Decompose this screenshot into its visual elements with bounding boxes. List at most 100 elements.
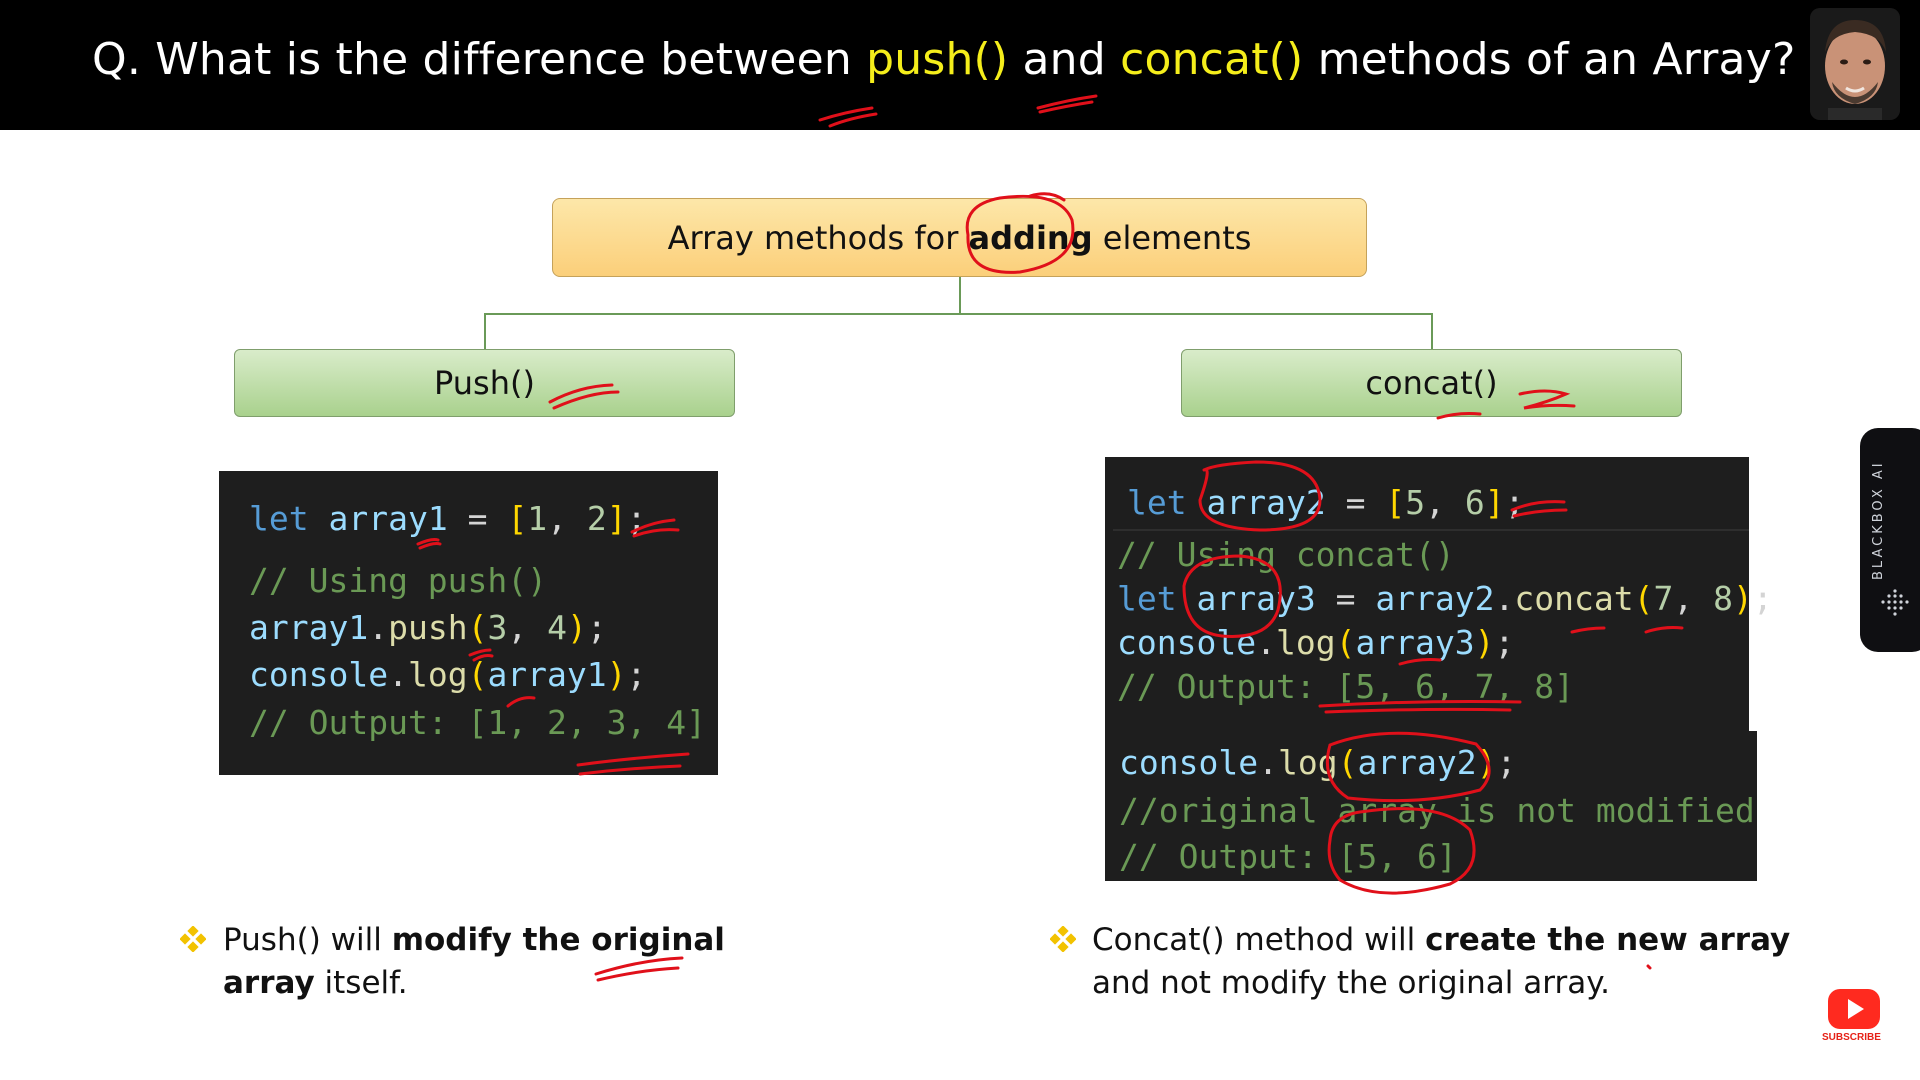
note-text: Concat() method will (1092, 922, 1426, 958)
concat-box: concat() (1181, 349, 1682, 417)
code-token: = (447, 499, 508, 538)
array-methods-root-box: Array methods for adding elements (552, 198, 1367, 277)
code-token: ; (586, 608, 607, 647)
panel-divider (1113, 529, 1753, 531)
title-bar: Q. What is the difference between push()… (0, 0, 1920, 130)
code-token: , (547, 499, 587, 538)
push-code-panel: let array1 = [1, 2]; // Using push() arr… (219, 471, 718, 775)
push-box: Push() (234, 349, 735, 417)
note-bold: array (223, 965, 315, 1001)
diamond-bullet-icon (1050, 926, 1076, 952)
code-token: 3 (487, 608, 508, 647)
code-token: array2 (1375, 579, 1495, 618)
panel-gap (1749, 457, 1757, 731)
code-token: 7 (1653, 579, 1674, 618)
code-line: console.log(array1); (249, 655, 646, 694)
code-token: array2 (1206, 483, 1326, 522)
code-token: ( (1633, 579, 1654, 618)
code-token: console (1119, 743, 1259, 782)
code-token: push (388, 608, 468, 647)
blackbox-ai-label: BLACKBOX AI (1871, 460, 1886, 580)
code-token: . (1258, 743, 1278, 782)
code-token: ; (626, 499, 647, 538)
code-token: ; (1504, 483, 1525, 522)
tree-connector-left (484, 313, 486, 349)
code-token: = (1325, 483, 1386, 522)
code-token: let (249, 499, 309, 538)
code-token: ] (1484, 483, 1505, 522)
code-token: 6 (1464, 483, 1485, 522)
code-comment: // Output: [5, 6, 7, 8] (1117, 667, 1574, 706)
code-token: , (507, 608, 548, 647)
presenter-avatar (1810, 8, 1900, 120)
code-comment: // Output: [5, 6] (1119, 837, 1457, 876)
subscribe-label[interactable]: SUBSCRIBE (1822, 1032, 1881, 1043)
code-token: ) (606, 655, 627, 694)
code-token: . (1494, 579, 1515, 618)
code-line: console.log(array2); (1119, 743, 1516, 782)
tree-connector-vertical-root (959, 277, 961, 314)
note-text: Push() will (223, 922, 392, 958)
question-prefix: Q. What is the difference between (92, 34, 867, 85)
code-comment: // Using concat() (1117, 535, 1455, 574)
code-token: = (1315, 579, 1376, 618)
presenter-face-image (1810, 8, 1900, 120)
code-token: ; (1494, 623, 1515, 662)
code-token: array1 (328, 499, 448, 538)
push-method-highlight: push() (866, 34, 1009, 85)
question-middle: and (1008, 34, 1121, 85)
code-token: [ (1385, 483, 1406, 522)
code-token: . (368, 608, 389, 647)
code-comment: //original array is not modified (1119, 791, 1755, 830)
code-token: ] (606, 499, 627, 538)
code-token: 8 (1713, 579, 1733, 618)
note-bold: create the new array (1425, 922, 1791, 958)
code-line: let array1 = [1, 2]; (249, 499, 646, 538)
code-token: [ (507, 499, 528, 538)
code-token: . (388, 655, 408, 694)
diamond-bullet-icon (180, 926, 206, 952)
code-token: ( (467, 655, 488, 694)
code-token: log (1277, 743, 1338, 782)
code-token: ( (1337, 743, 1358, 782)
code-token: ( (1335, 623, 1356, 662)
root-text-bold: adding (968, 218, 1093, 257)
tree-connector-horizontal (484, 313, 1433, 315)
code-token: array3 (1196, 579, 1316, 618)
question-title: Q. What is the difference between push()… (92, 34, 1796, 85)
code-token: console (249, 655, 389, 694)
code-token: ( (467, 608, 488, 647)
code-token: ; (626, 655, 647, 694)
concat-method-highlight: concat() (1120, 34, 1304, 85)
code-line: let array2 = [5, 6]; (1127, 483, 1524, 522)
code-token: 1 (527, 499, 548, 538)
code-token: array1 (249, 608, 369, 647)
code-token: array3 (1355, 623, 1475, 662)
code-line: console.log(array3); (1117, 623, 1514, 662)
note-text: itself. (314, 965, 408, 1001)
code-token: ; (1496, 743, 1517, 782)
code-token: let (1127, 483, 1187, 522)
code-token: ) (1474, 623, 1495, 662)
code-token: ) (566, 608, 587, 647)
note-bold: modify the original (391, 922, 725, 958)
code-token: 4 (547, 608, 567, 647)
code-token: concat (1514, 579, 1634, 618)
code-comment: // Using push() (249, 561, 548, 600)
concat-code-panel: let array2 = [5, 6]; // Using concat() l… (1105, 457, 1773, 881)
question-suffix: methods of an Array? (1303, 34, 1796, 85)
code-token: 5 (1405, 483, 1426, 522)
concat-note: Concat() method will create the new arra… (1092, 919, 1792, 1005)
code-line: array1.push(3, 4); (249, 608, 607, 647)
push-note: Push() will modify the original array its… (223, 919, 743, 1005)
blackbox-ai-widget[interactable] (1860, 428, 1920, 652)
code-token: , (1673, 579, 1714, 618)
root-text-before: Array methods for (667, 218, 969, 257)
code-comment: // Output: [1, 2, 3, 4] (249, 703, 706, 742)
code-line: let array3 = array2.concat(7, 8); (1117, 579, 1773, 618)
note-text: and not modify the original array. (1092, 965, 1610, 1001)
blackbox-dots-icon (1881, 589, 1909, 616)
root-text-after: elements (1092, 218, 1252, 257)
code-token: log (407, 655, 468, 694)
code-token: array1 (487, 655, 607, 694)
